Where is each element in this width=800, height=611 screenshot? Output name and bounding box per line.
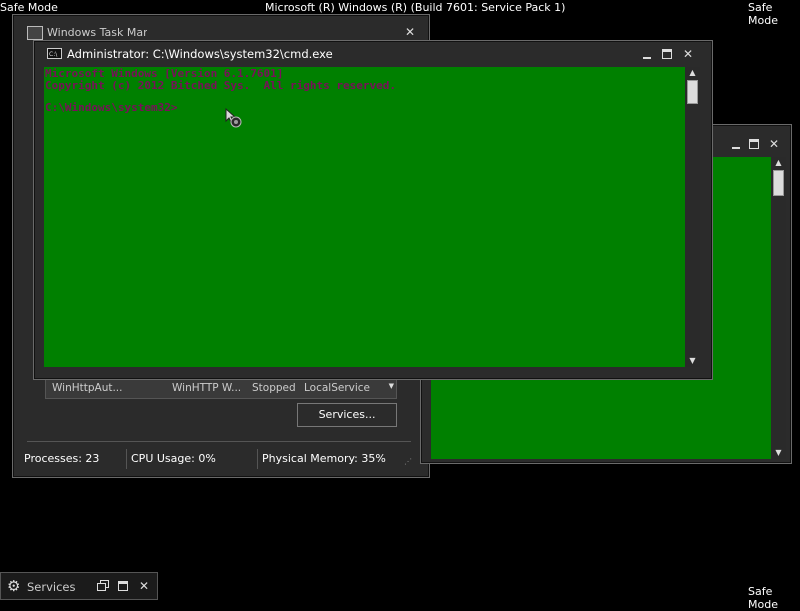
scroll-up-icon[interactable]: ▲ [686,67,699,79]
cmd-window[interactable]: C:\ Administrator: C:\Windows\system32\c… [33,40,713,380]
scroll-thumb[interactable] [773,170,784,196]
cmd-icon: C:\ [47,48,62,59]
taskbar-maximize-icon[interactable] [116,579,130,593]
service-description-cell: WinHTTP W... [172,382,242,394]
minimize-icon[interactable] [640,47,654,61]
taskbar-close-icon[interactable]: ✕ [137,579,151,593]
status-memory: Physical Memory: 35% [262,452,386,465]
gear-icon: ⚙ [7,577,21,595]
safe-mode-label-top-left: Safe Mode [0,1,58,14]
console-line-copyright: Copyright (c) 2012 Bitched Sys. All righ… [45,79,396,92]
build-banner: Microsoft (R) Windows (R) (Build 7601: S… [265,1,566,14]
scroll-down-icon[interactable]: ▼ [686,355,699,367]
secondary-scrollbar[interactable]: ▲ ▼ [771,157,786,459]
cmd-titlebar[interactable]: C:\ Administrator: C:\Windows\system32\c… [34,41,712,65]
service-status-cell: Stopped [252,382,296,394]
scroll-up-icon[interactable]: ▲ [772,157,785,169]
restore-icon[interactable] [97,580,109,591]
list-scroll-down-icon[interactable]: ▼ [389,382,394,390]
cmd-scrollbar[interactable]: ▲ ▼ [685,67,700,367]
services-taskbar-label: Services [27,580,76,594]
task-manager-title: Windows Task Manager [47,26,147,39]
scroll-thumb[interactable] [687,80,698,104]
scroll-down-icon[interactable]: ▼ [772,447,785,459]
status-cpu: CPU Usage: 0% [131,452,216,465]
status-processes: Processes: 23 [24,452,100,465]
status-divider [27,441,411,442]
close-icon[interactable]: ✕ [681,47,695,61]
safe-mode-label-top-right: Safe Mode [748,1,778,27]
service-group-cell: LocalService [304,382,371,394]
console-output[interactable]: Microsoft Windows [Version 6.1.7601] Cop… [44,67,685,367]
service-name-cell: WinHttpAut... [52,382,123,394]
services-minimized-window[interactable]: ⚙ Services ✕ [0,572,158,600]
task-manager-titlebar[interactable]: Windows Task Manager ✕ [13,15,429,40]
secondary-close-icon[interactable]: ✕ [767,137,781,151]
console-prompt[interactable]: C:\Windows\system32> [45,101,177,115]
maximize-icon[interactable] [660,47,674,61]
task-manager-close-icon[interactable]: ✕ [403,25,417,39]
mouse-cursor-icon [225,107,242,128]
services-button[interactable]: Services... [297,403,397,427]
resize-grip-icon[interactable]: ⋰ [404,456,416,468]
status-separator [126,449,127,469]
secondary-maximize-icon[interactable] [747,137,761,151]
safe-mode-label-bottom-right: Safe Mode [748,585,778,611]
task-manager-icon [27,26,43,40]
table-row[interactable]: WinHttpAut... WinHTTP W... Stopped Local… [46,380,382,396]
cmd-title: Administrator: C:\Windows\system32\cmd.e… [67,47,333,61]
status-separator [257,449,258,469]
secondary-minimize-icon[interactable] [729,137,743,151]
